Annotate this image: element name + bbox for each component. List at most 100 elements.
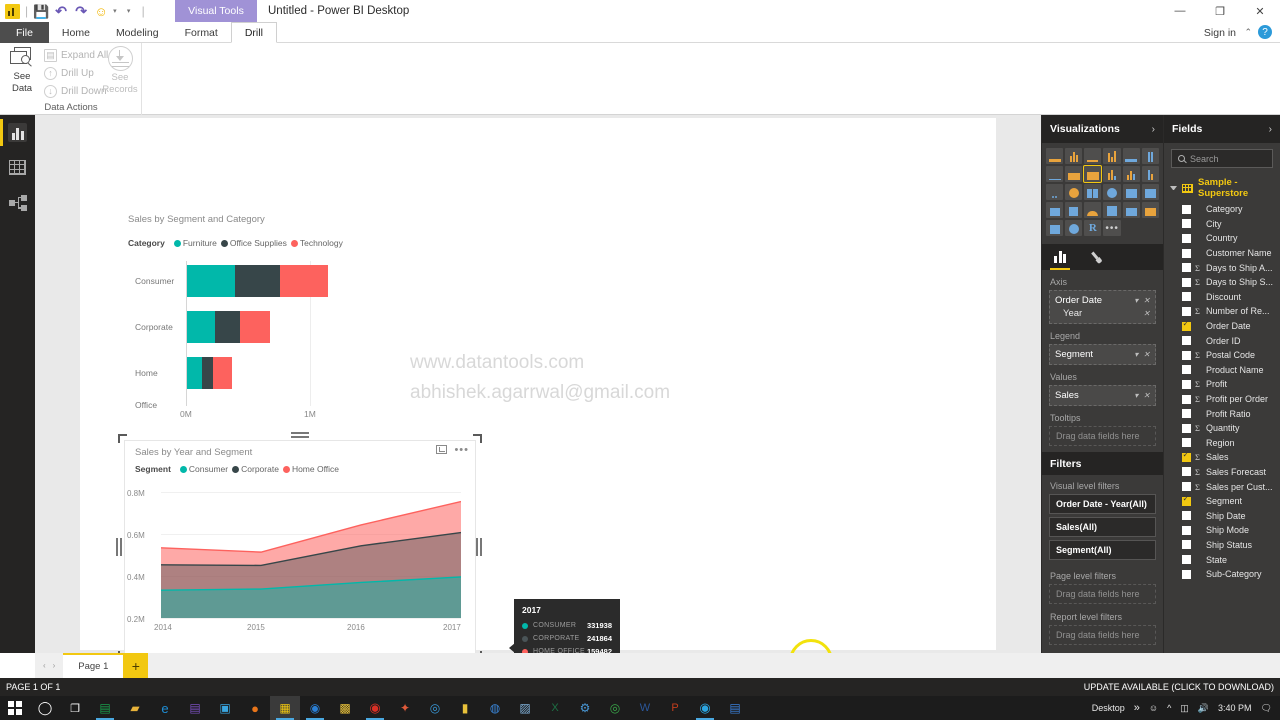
field-checkbox-postal-code[interactable] <box>1182 350 1191 360</box>
legend-item-home-office[interactable]: Home Office <box>282 464 339 474</box>
funnel-chart-icon[interactable] <box>1065 202 1083 218</box>
save-icon[interactable]: 💾 <box>33 3 49 19</box>
bar-segment-consumer-office-supplies[interactable] <box>235 265 280 297</box>
redo-icon[interactable]: ↷ <box>73 3 89 19</box>
well-legend[interactable]: Segment ▾ ✕ <box>1049 344 1156 365</box>
table-row[interactable]: Corporate <box>135 311 270 343</box>
fields-table-sample-superstore[interactable]: Sample - Superstore <box>1164 174 1280 202</box>
r-script-visual-icon[interactable] <box>1065 220 1083 236</box>
resize-handle-right[interactable] <box>476 538 484 556</box>
chevron-right-icon[interactable]: › <box>1152 124 1155 135</box>
firefox-icon[interactable]: ● <box>240 696 270 720</box>
search-input-placeholder[interactable]: Search <box>1190 154 1219 164</box>
minimize-button[interactable]: — <box>1160 0 1200 22</box>
see-data-button[interactable]: See Data <box>6 46 38 102</box>
cortana-search-icon[interactable]: ◯ <box>30 696 60 720</box>
funnel-icon[interactable] <box>1046 202 1064 218</box>
chevron-down-icon[interactable]: ▾ <box>1134 296 1138 305</box>
list-item[interactable]: Discount <box>1164 290 1280 305</box>
action-center-icon[interactable]: 🗨 <box>1261 703 1272 714</box>
tab-format-pane[interactable] <box>1078 244 1114 270</box>
close-button[interactable]: ✕ <box>1240 0 1280 22</box>
list-item[interactable]: Ship Mode <box>1164 523 1280 538</box>
line-chart-icon[interactable] <box>1046 166 1064 182</box>
more-options-icon[interactable]: ••• <box>454 444 469 455</box>
page-next-arrow[interactable]: › <box>53 661 56 670</box>
map-icon[interactable] <box>1103 184 1121 200</box>
chrome-icon[interactable]: ◉ <box>360 696 390 720</box>
battery-icon[interactable]: ◫ <box>1180 703 1189 714</box>
field-checkbox-quantity[interactable] <box>1182 423 1191 433</box>
field-checkbox-profit-per-order[interactable] <box>1182 394 1191 404</box>
list-item[interactable]: Product Name <box>1164 363 1280 378</box>
list-item[interactable]: Σ Days to Ship A... <box>1164 260 1280 275</box>
list-item[interactable]: Σ Days to Ship S... <box>1164 275 1280 290</box>
well-field-segment[interactable]: Segment ▾ ✕ <box>1055 348 1150 361</box>
stacked-column-chart-icon[interactable] <box>1065 148 1083 164</box>
well-field-order-date[interactable]: Order Date ▾ ✕ <box>1055 294 1150 307</box>
word-icon[interactable]: W <box>630 696 660 720</box>
field-checkbox-product-name[interactable] <box>1182 365 1191 375</box>
field-checkbox-segment[interactable] <box>1182 494 1191 506</box>
tab-drill[interactable]: Drill <box>230 22 277 43</box>
list-item[interactable]: Customer Name <box>1164 246 1280 261</box>
toolbar-overflow-icon[interactable]: » <box>1134 702 1140 714</box>
data-view-button[interactable] <box>0 150 35 185</box>
100-stacked-bar-chart-icon[interactable] <box>1122 148 1140 164</box>
filter-card-sales[interactable]: Sales(All) <box>1049 517 1156 537</box>
onenote-icon[interactable]: ▤ <box>180 696 210 720</box>
multi-row-card-icon[interactable] <box>1122 202 1140 218</box>
smiley-dropdown-caret[interactable]: ▾ <box>113 7 117 15</box>
ribbon-chart-icon[interactable] <box>1141 166 1159 182</box>
windows-start-icon[interactable] <box>0 696 30 720</box>
model-view-button[interactable] <box>0 185 35 220</box>
list-item[interactable]: Σ Sales Forecast <box>1164 465 1280 480</box>
field-checkbox-ship-date[interactable] <box>1182 511 1191 521</box>
spreadsheet-app-icon[interactable]: ▤ <box>90 696 120 720</box>
line-clustered-column-chart-icon[interactable] <box>1122 166 1140 182</box>
legend-item-consumer[interactable]: Consumer <box>179 464 228 474</box>
show-hidden-icons-icon[interactable]: ^ <box>1167 703 1171 713</box>
sign-in-link[interactable]: Sign in <box>1204 22 1236 43</box>
field-checkbox-days-to-ship-s[interactable] <box>1182 277 1191 287</box>
page-prev-arrow[interactable]: ‹ <box>43 661 46 670</box>
edge-browser-icon[interactable]: e <box>150 696 180 720</box>
list-item[interactable]: Σ Sales per Cust... <box>1164 479 1280 494</box>
visual-sales-by-year-and-segment[interactable]: ••• Sales by Year and Segment Segment Co… <box>124 440 476 654</box>
smiley-feedback-icon[interactable]: ☺ <box>93 3 109 19</box>
list-item[interactable]: Segment <box>1164 494 1280 509</box>
tab-format[interactable]: Format <box>172 22 231 43</box>
field-checkbox-sub-category[interactable] <box>1182 569 1191 579</box>
list-item[interactable]: Σ Number of Re... <box>1164 304 1280 319</box>
telegram-icon[interactable]: ◉ <box>690 696 720 720</box>
100-stacked-column-chart-icon[interactable] <box>1141 148 1159 164</box>
collapse-ribbon-icon[interactable]: ⌃ <box>1244 22 1252 43</box>
well-axis[interactable]: Order Date ▾ ✕ Year ✕ <box>1049 290 1156 324</box>
update-available-link[interactable]: UPDATE AVAILABLE (CLICK TO DOWNLOAD) <box>1084 682 1274 692</box>
bar-segment-home-office-office-supplies[interactable] <box>202 357 213 389</box>
resize-handle-left[interactable] <box>116 538 124 556</box>
field-checkbox-discount[interactable] <box>1182 292 1191 302</box>
clock-time[interactable]: 3:40 PM <box>1218 703 1252 713</box>
list-item[interactable]: City <box>1164 217 1280 232</box>
list-item[interactable]: Category <box>1164 202 1280 217</box>
well-field-sales[interactable]: Sales ▾ ✕ <box>1055 389 1150 402</box>
scatter-chart-icon[interactable] <box>1046 184 1064 200</box>
focus-mode-icon[interactable] <box>436 445 448 454</box>
bar-segment-consumer-technology[interactable] <box>280 265 328 297</box>
field-checkbox-city[interactable] <box>1182 219 1191 229</box>
help-icon[interactable]: ? <box>1258 25 1272 39</box>
editor-icon[interactable]: ▤ <box>720 696 750 720</box>
volume-icon[interactable]: 🔊 <box>1198 703 1209 714</box>
field-checkbox-sales-per-cust[interactable] <box>1182 482 1191 492</box>
bar-segment-corporate-furniture[interactable] <box>187 311 215 343</box>
bar-segment-corporate-technology[interactable] <box>240 311 270 343</box>
add-page-button[interactable]: + <box>123 653 149 678</box>
resize-handle-top[interactable] <box>291 432 309 440</box>
field-checkbox-order-date[interactable] <box>1182 319 1191 331</box>
legend-item-corporate[interactable]: Corporate <box>232 464 279 474</box>
chevron-right-icon[interactable]: › <box>1269 124 1272 135</box>
more-visuals-icon[interactable]: ••• <box>1103 220 1121 236</box>
legend-item-office-supplies[interactable]: Office Supplies <box>220 238 287 248</box>
line-stacked-column-chart-icon[interactable] <box>1103 166 1121 182</box>
